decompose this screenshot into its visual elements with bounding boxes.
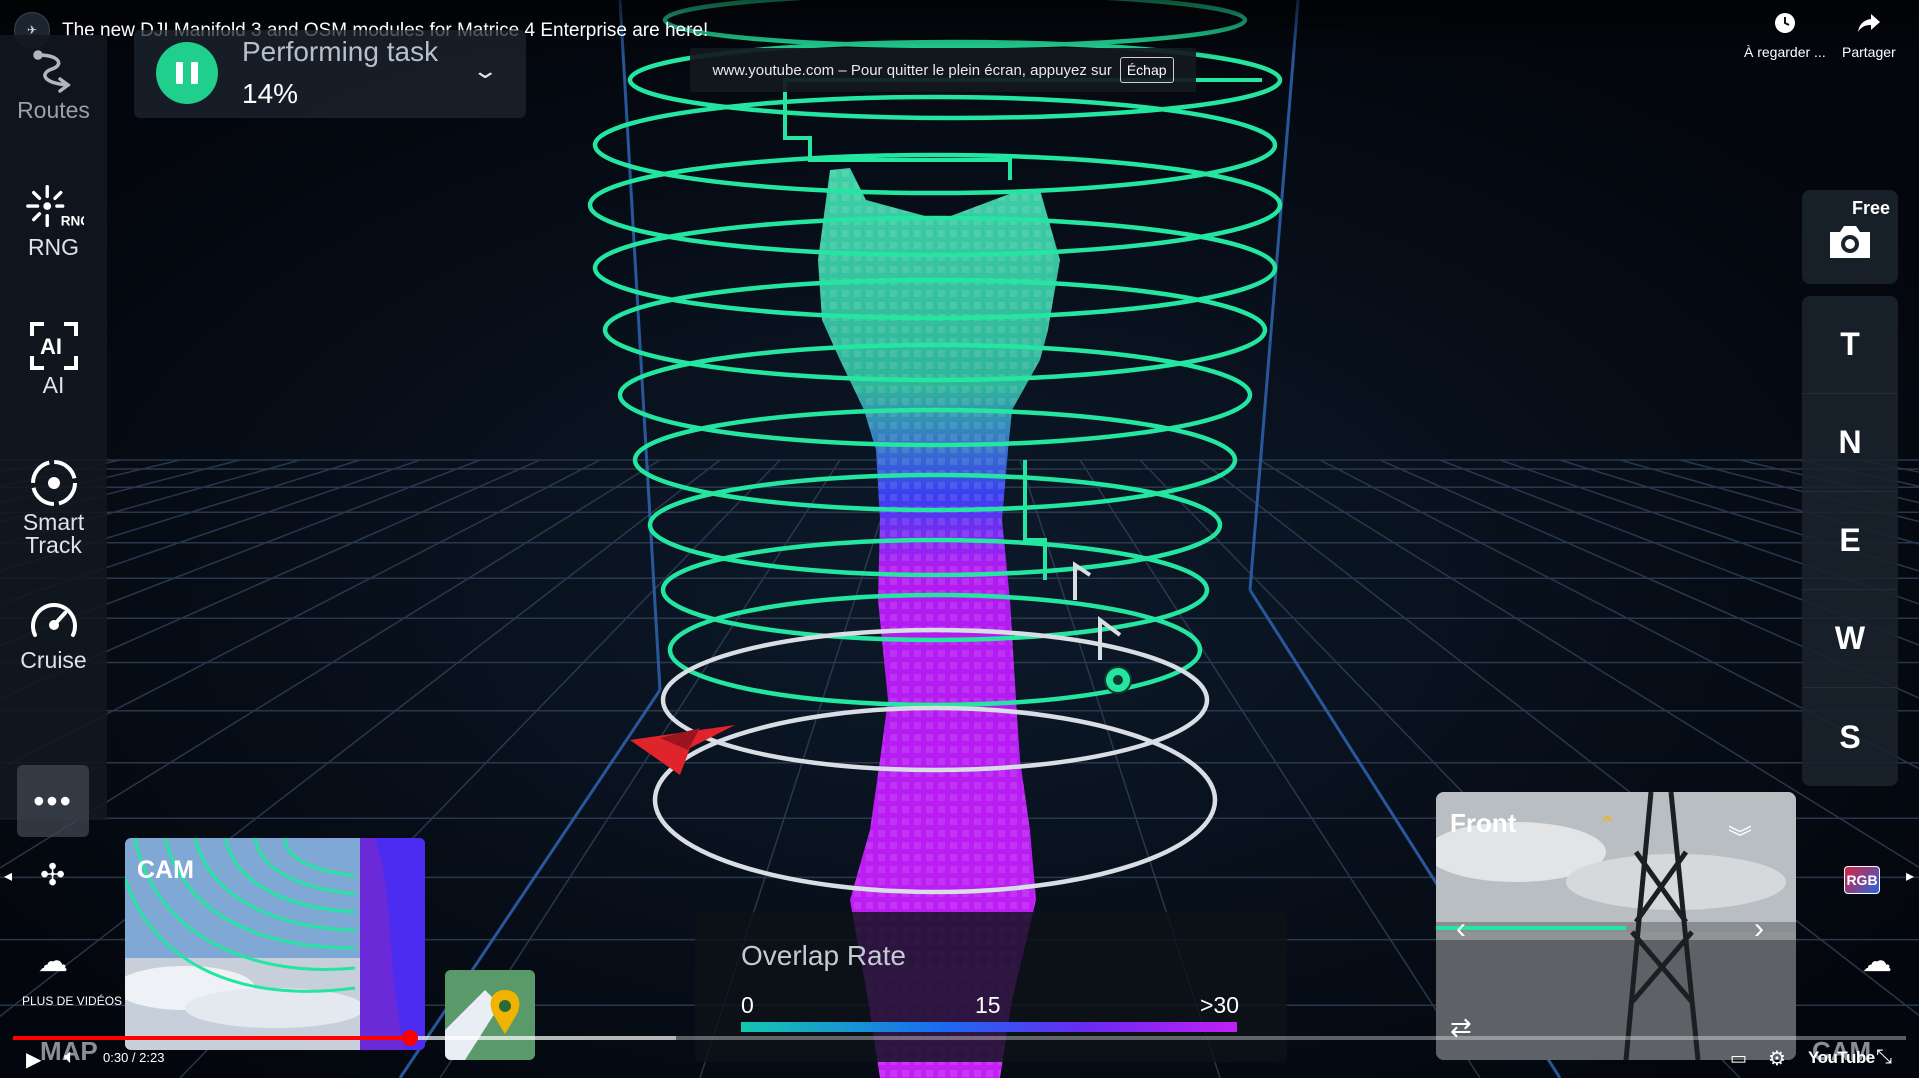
routes-icon [24, 43, 84, 99]
front-camera-view[interactable]: Front ‹ › ︾ ⌃ ⇄ [1436, 792, 1796, 1060]
video-progress-bar[interactable] [13, 1030, 1906, 1046]
svg-text:RNG: RNG [60, 213, 83, 228]
fullscreen-notice-text: www.youtube.com – Pour quitter le plein … [712, 61, 1112, 79]
sidebar-item-rng[interactable]: RNG RNG [0, 180, 107, 259]
video-progress-fill [13, 1036, 411, 1040]
share-icon [1857, 12, 1881, 38]
watch-later-button[interactable]: À regarder ... [1744, 12, 1826, 60]
overlap-tick-min: 0 [741, 992, 754, 1018]
volume-icon[interactable]: 🔈︎ [64, 1046, 76, 1069]
overlap-tick-mid: 15 [975, 992, 1001, 1018]
collapse-chevrons-icon[interactable]: ︾ [1728, 818, 1752, 853]
task-status-label: Performing task [242, 36, 439, 67]
watch-later-label: À regarder ... [1744, 44, 1826, 60]
ai-icon: AI [24, 318, 84, 374]
video-time: 0:30 / 2:23 [103, 1050, 165, 1065]
map-preview-thumbnail[interactable] [445, 970, 535, 1060]
cam-preview-thumbnail[interactable]: CAM [125, 838, 425, 1050]
overlap-color-scale [741, 1022, 1237, 1032]
sidebar-label-rng: RNG [27, 234, 80, 260]
more-tools-button[interactable]: ••• [17, 765, 89, 837]
clock-icon [1774, 12, 1796, 38]
gimbal-lock-icon[interactable]: ⌃ [1598, 812, 1616, 838]
youtube-logo[interactable]: YouTube [1808, 1048, 1875, 1068]
overlap-rate-title: Overlap Rate [741, 940, 906, 971]
sidebar-item-ai[interactable]: AI AI [0, 318, 107, 397]
smart-track-icon [24, 455, 84, 511]
view-top-button[interactable]: T [1802, 296, 1898, 394]
sidebar-label-routes: Routes [17, 97, 90, 123]
view-west-button[interactable]: W [1802, 590, 1898, 688]
cloud-sync-icon[interactable]: ☁ [38, 944, 68, 979]
view-north-button[interactable]: N [1802, 394, 1898, 492]
arrow-left-icon[interactable]: ◂ [4, 866, 12, 886]
recenter-icon[interactable]: ✣ [40, 858, 65, 893]
settings-gear-icon[interactable]: ⚙ [1768, 1046, 1786, 1071]
waypoint-marker-icon[interactable] [1104, 666, 1132, 694]
cruise-icon [24, 593, 84, 649]
chevron-down-icon[interactable]: ⌄ [471, 58, 499, 84]
fullscreen-exit-notice: www.youtube.com – Pour quitter le plein … [690, 48, 1196, 92]
task-progress-percent: 14% [242, 78, 299, 109]
front-camera-label: Front [1450, 808, 1517, 838]
sidebar-item-routes[interactable]: Routes [0, 43, 107, 122]
camera-mode-label: Free [1851, 198, 1890, 218]
sidebar-item-cruise[interactable]: Cruise [0, 593, 107, 672]
sidebar-label-smart-track: Smart Track [22, 509, 85, 558]
view-east-button[interactable]: E [1802, 492, 1898, 590]
pause-task-button[interactable] [156, 42, 218, 104]
sidebar-item-smart-track[interactable]: Smart Track [0, 455, 107, 557]
svg-text:AI: AI [40, 334, 62, 359]
map-pin-icon [445, 970, 535, 1060]
sidebar-label-ai: AI [42, 372, 65, 398]
more-videos-label[interactable]: PLUS DE VIDÉOS [22, 994, 122, 1008]
play-icon[interactable]: ▶ [26, 1047, 41, 1072]
camera-icon [1826, 222, 1874, 267]
share-button[interactable]: Partager [1842, 12, 1896, 60]
chevron-left-icon[interactable]: ‹ [1456, 912, 1466, 946]
rgb-mode-badge[interactable]: RGB [1844, 866, 1880, 894]
share-label: Partager [1842, 44, 1896, 60]
sidebar-label-cruise: Cruise [20, 647, 87, 673]
chevron-right-icon[interactable]: › [1754, 912, 1764, 946]
view-south-button[interactable]: S [1802, 688, 1898, 786]
task-status-panel[interactable]: Performing task 14% ⌄ [134, 30, 526, 118]
cam-preview-label: CAM [137, 856, 194, 884]
escape-key-hint: Échap [1119, 57, 1174, 83]
exit-fullscreen-icon[interactable]: ⤡ [1876, 1046, 1892, 1069]
rng-icon: RNG [24, 180, 84, 236]
cloud-add-icon[interactable]: ☁ [1862, 944, 1892, 979]
camera-view-mode-button[interactable]: Free [1802, 190, 1898, 284]
view-direction-panel: T N E W S [1802, 296, 1898, 786]
subtitles-icon[interactable]: ▭ [1730, 1048, 1747, 1069]
overlap-tick-max: >30 [1200, 992, 1240, 1018]
arrow-right-icon[interactable]: ▸ [1906, 866, 1914, 886]
left-tool-sidebar: Routes RNG RNG AI AI [0, 35, 107, 837]
